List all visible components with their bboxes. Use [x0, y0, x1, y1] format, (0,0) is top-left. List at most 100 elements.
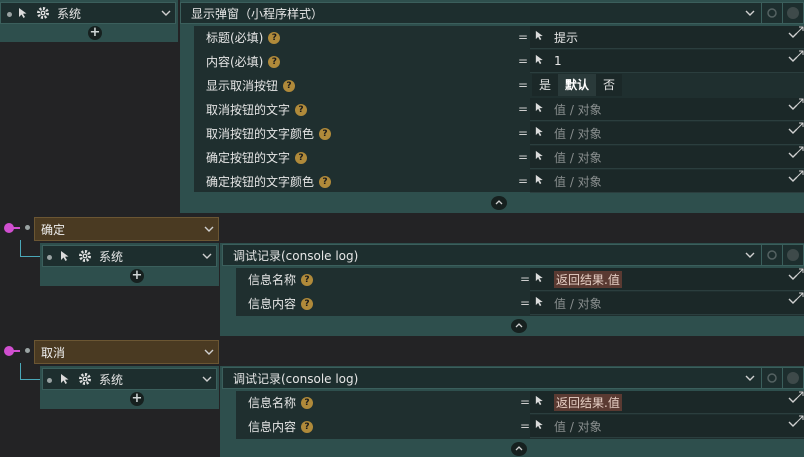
play-icon[interactable] — [782, 245, 803, 265]
play-icon[interactable] — [782, 368, 803, 388]
drag-handle-dot[interactable] — [7, 12, 12, 17]
param-row: 信息名称? = 返回结果.值 — [236, 268, 804, 291]
param-label: 确定按钮的文字? — [206, 149, 308, 166]
drag-handle-dot[interactable] — [47, 378, 52, 383]
field-placeholder: 值 / 对象 — [554, 174, 602, 189]
chevron-down-icon[interactable] — [788, 102, 798, 113]
help-icon[interactable]: ? — [268, 31, 281, 44]
help-icon[interactable]: ? — [268, 55, 281, 68]
chevron-down-icon[interactable] — [198, 371, 216, 387]
help-icon[interactable]: ? — [319, 127, 332, 140]
branch1-action-header[interactable]: 调试记录(console log) — [222, 244, 804, 266]
help-icon[interactable]: ? — [301, 396, 314, 409]
cursor-icon — [534, 54, 548, 68]
param-label: 信息内容? — [248, 418, 314, 435]
branch1-action-block: 调试记录(console log) 信息名称? = 返回结果.值 信息内容? =… — [220, 243, 804, 336]
system-label: 系统 — [99, 249, 124, 264]
param-label-text: 信息内容 — [248, 420, 297, 434]
value-field[interactable]: 值 / 对象 — [530, 146, 804, 169]
help-icon[interactable]: ? — [283, 79, 296, 92]
help-icon[interactable]: ? — [301, 273, 314, 286]
value-field[interactable]: 提示 — [530, 26, 804, 49]
chevron-down-icon[interactable] — [788, 419, 798, 430]
add-button[interactable]: + — [130, 392, 144, 406]
param-row: 信息内容? = 值 / 对象 — [236, 415, 804, 438]
chevron-down-icon[interactable] — [788, 150, 798, 161]
gear-icon — [77, 248, 93, 264]
segment-option-yes[interactable]: 是 — [532, 74, 558, 96]
refresh-icon[interactable] — [761, 368, 782, 388]
collapse-button[interactable] — [491, 196, 507, 210]
chevron-down-icon[interactable] — [200, 221, 218, 237]
param-label-text: 信息名称 — [248, 273, 297, 287]
chevron-down-icon[interactable] — [741, 5, 759, 21]
param-label-text: 确定按钮的文字颜色 — [206, 175, 315, 189]
chevron-down-icon[interactable] — [788, 395, 798, 406]
field-placeholder: 值 / 对象 — [554, 102, 602, 117]
segment-option-no[interactable]: 否 — [596, 74, 622, 96]
system-label: 系统 — [57, 6, 82, 21]
chevron-down-icon[interactable] — [741, 247, 759, 263]
value-field[interactable]: 返回结果.值 — [530, 268, 804, 291]
play-icon[interactable] — [782, 3, 803, 23]
equals-sign: = — [518, 102, 529, 116]
field-placeholder: 值 / 对象 — [554, 126, 602, 141]
param-row: 内容(必填)? = 1 — [194, 50, 804, 73]
chevron-down-icon[interactable] — [200, 344, 218, 360]
chevron-down-icon[interactable] — [788, 30, 798, 41]
top-action-header[interactable]: 显示弹窗（小程序样式） — [180, 2, 804, 24]
help-icon[interactable]: ? — [319, 175, 332, 188]
help-icon[interactable]: ? — [301, 297, 314, 310]
drag-handle-dot[interactable] — [25, 225, 30, 230]
top-system-header[interactable]: 系统 — [0, 2, 176, 24]
collapse-button[interactable] — [511, 319, 527, 333]
chevron-down-icon[interactable] — [788, 272, 798, 283]
chevron-down-icon[interactable] — [788, 54, 798, 65]
param-label: 信息内容? — [248, 295, 314, 312]
value-field[interactable]: 值 / 对象 — [530, 170, 804, 193]
value-field[interactable]: 值 / 对象 — [530, 122, 804, 145]
branch1-params-panel: 信息名称? = 返回结果.值 信息内容? = 值 / 对象 — [236, 268, 804, 316]
value-field[interactable]: 1 — [530, 50, 804, 73]
chevron-down-icon[interactable] — [741, 370, 759, 386]
gear-icon — [35, 5, 51, 21]
branch-header-cancel[interactable]: 取消 — [34, 340, 219, 364]
help-icon[interactable]: ? — [301, 420, 314, 433]
branch2-action-header[interactable]: 调试记录(console log) — [222, 367, 804, 389]
cursor-icon — [534, 296, 548, 310]
collapse-button[interactable] — [511, 442, 527, 456]
value-field[interactable]: 返回结果.值 — [530, 391, 804, 414]
help-icon[interactable]: ? — [295, 103, 308, 116]
cursor-icon — [534, 272, 548, 286]
chevron-down-icon[interactable] — [157, 5, 175, 21]
branch1-system-header[interactable]: 系统 — [42, 245, 217, 267]
refresh-icon[interactable] — [761, 3, 782, 23]
help-icon[interactable]: ? — [295, 151, 308, 164]
param-label-text: 确定按钮的文字 — [206, 151, 291, 165]
chevron-down-icon[interactable] — [788, 126, 798, 137]
field-placeholder: 值 / 对象 — [554, 419, 602, 434]
add-button[interactable]: + — [88, 26, 102, 40]
action-title: 显示弹窗（小程序样式） — [191, 6, 324, 21]
value-field[interactable]: 值 / 对象 — [530, 98, 804, 121]
cursor-icon — [15, 5, 31, 21]
value-field[interactable]: 值 / 对象 — [530, 415, 804, 438]
cursor-icon — [534, 174, 548, 188]
action-title: 调试记录(console log) — [233, 248, 359, 263]
chevron-down-icon[interactable] — [788, 296, 798, 307]
branch2-system-header[interactable]: 系统 — [42, 368, 217, 390]
chevron-down-icon[interactable] — [198, 248, 216, 264]
refresh-icon[interactable] — [761, 245, 782, 265]
add-button[interactable]: + — [130, 269, 144, 283]
chevron-down-icon[interactable] — [788, 174, 798, 185]
branch-header-confirm[interactable]: 确定 — [34, 217, 219, 241]
field-placeholder: 值 / 对象 — [554, 296, 602, 311]
top-system-block: 系统 + — [0, 0, 178, 42]
value-field[interactable]: 值 / 对象 — [530, 292, 804, 315]
top-params-panel: 标题(必填)? = 提示 内容(必填)? = 1 显示取消按钮? = 是 默认 … — [194, 26, 804, 193]
drag-handle-dot[interactable] — [47, 255, 52, 260]
segment-option-default[interactable]: 默认 — [558, 74, 597, 96]
drag-handle-dot[interactable] — [25, 348, 30, 353]
system-label: 系统 — [99, 372, 124, 387]
param-label: 显示取消按钮? — [206, 77, 296, 94]
